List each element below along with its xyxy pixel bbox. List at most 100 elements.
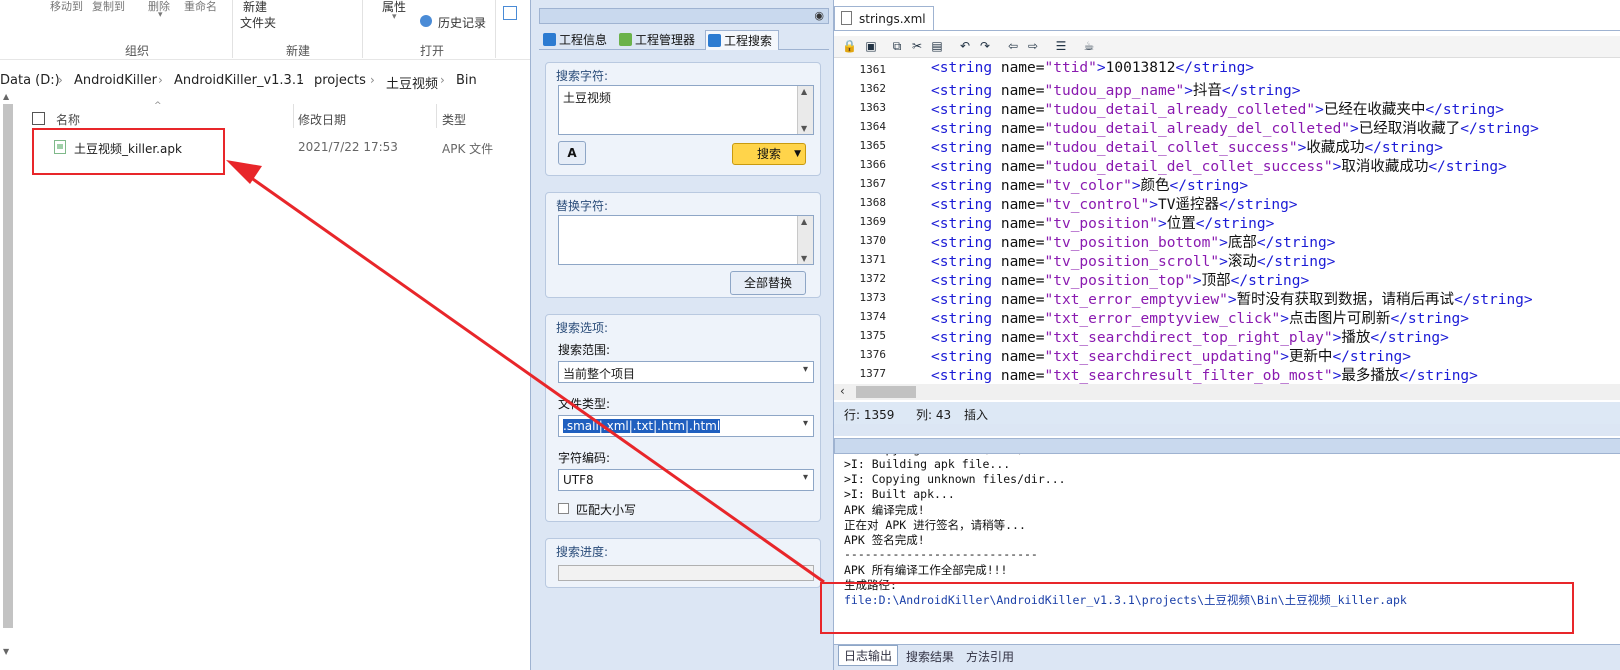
- java-icon[interactable]: ☕: [1082, 39, 1096, 53]
- breadcrumb-item[interactable]: Data (D:): [0, 73, 60, 88]
- filetype-value: .smali|.xml|.txt|.htm|.html: [563, 419, 721, 433]
- breadcrumb-item[interactable]: Bin: [456, 73, 477, 88]
- copy-to-button[interactable]: 复制到: [92, 0, 125, 14]
- left-scrollbar[interactable]: [3, 92, 13, 656]
- code-line[interactable]: <string name="tv_control">TV遥控器</string>: [931, 193, 1298, 214]
- tab-log-output[interactable]: 日志输出: [838, 645, 899, 666]
- search-label: 搜索字符:: [556, 69, 609, 83]
- lock-icon[interactable]: 🔒: [842, 39, 857, 53]
- save-icon[interactable]: ▣: [864, 39, 878, 53]
- chevron-right-icon: ›: [298, 73, 303, 87]
- undo-icon[interactable]: ↶: [958, 39, 972, 53]
- horizontal-scrollbar[interactable]: ‹: [834, 384, 1620, 400]
- textarea-scrollbar[interactable]: [797, 86, 813, 134]
- code-line[interactable]: <string name="ttid">10013812</string>: [931, 60, 1254, 76]
- column-name[interactable]: 名称: [56, 111, 80, 128]
- column-divider[interactable]: [436, 104, 437, 128]
- tab-divider: [834, 30, 1620, 31]
- replace-input[interactable]: [558, 215, 814, 265]
- breadcrumb-item[interactable]: AndroidKiller_v1.3.1: [174, 73, 304, 88]
- status-bar: 行: 1359 列: 43 插入: [834, 402, 1620, 424]
- code-line[interactable]: <string name="tudou_detail_collet_succes…: [931, 136, 1443, 157]
- code-area[interactable]: 1361 <string name="ttid">10013812</string…: [834, 58, 1620, 384]
- code-line[interactable]: <string name="tv_position_bottom">底部</st…: [931, 231, 1335, 252]
- textarea-scrollbar[interactable]: [797, 216, 813, 264]
- column-modified[interactable]: 修改日期: [298, 111, 346, 128]
- tab-label: 工程管理器: [635, 33, 696, 47]
- tab-project-manager[interactable]: 工程管理器: [617, 30, 701, 50]
- string-value: 颜色: [1140, 178, 1170, 194]
- copy-icon[interactable]: ⧉: [890, 39, 904, 53]
- string-value: 位置: [1166, 216, 1196, 232]
- code-editor: strings.xml 🔒 ▣ ⧉ ✂ ▤ ↶ ↷ ⇦ ⇨ ☰ ☕ 1361 <s…: [820, 0, 1620, 670]
- tab-method-refs[interactable]: 方法引用: [966, 648, 1014, 665]
- code-line[interactable]: <string name="tv_color">颜色</string>: [931, 174, 1248, 195]
- splitter[interactable]: [834, 424, 1620, 436]
- chevron-down-icon: ▼: [794, 149, 801, 159]
- log-line: >I: Built apk...: [844, 487, 955, 501]
- match-case-checkbox[interactable]: [558, 503, 569, 514]
- code-line[interactable]: <string name="txt_searchdirect_top_right…: [931, 326, 1449, 347]
- breadcrumb-item[interactable]: AndroidKiller: [74, 73, 157, 88]
- rename-button[interactable]: 重命名: [184, 0, 217, 14]
- file-tab-label: strings.xml: [859, 12, 926, 26]
- new-item-button[interactable]: 新建: [243, 0, 267, 15]
- encoding-select[interactable]: UTF8: [558, 469, 814, 491]
- format-icon[interactable]: ☰: [1054, 39, 1068, 53]
- options-label: 搜索选项:: [556, 321, 609, 335]
- tab-project-search[interactable]: 工程搜索: [705, 30, 779, 50]
- tab-search-results[interactable]: 搜索结果: [906, 648, 954, 665]
- history-button[interactable]: 历史记录: [438, 14, 486, 31]
- code-line[interactable]: <string name="tv_position">位置</string>: [931, 212, 1274, 233]
- code-line[interactable]: <string name="tudou_detail_already_del_c…: [931, 117, 1539, 138]
- line-number: 1365: [859, 139, 887, 152]
- redo-icon[interactable]: ↷: [978, 39, 992, 53]
- scroll-thumb[interactable]: [856, 386, 916, 398]
- column-type[interactable]: 类型: [442, 111, 466, 128]
- code-line[interactable]: <string name="tv_position_top">顶部</strin…: [931, 269, 1309, 290]
- eye-icon[interactable]: ◉: [814, 9, 824, 22]
- file-type: APK 文件: [442, 142, 494, 156]
- search-button[interactable]: 搜索 ▼: [732, 143, 806, 165]
- column-divider[interactable]: [293, 104, 294, 128]
- code-line[interactable]: <string name="tudou_detail_del_collet_su…: [931, 155, 1507, 176]
- string-value: 点击图片可刷新: [1288, 311, 1391, 327]
- tab-project-info[interactable]: 工程信息: [541, 30, 613, 50]
- replace-all-button[interactable]: 全部替换: [730, 271, 806, 295]
- chevron-down-icon: ▾: [158, 10, 163, 20]
- string-value: 10013812: [1105, 60, 1176, 76]
- code-line[interactable]: <string name="txt_searchresult_filter_ob…: [931, 364, 1478, 384]
- file-tab[interactable]: strings.xml: [834, 6, 934, 30]
- search-button-label: 搜索: [756, 147, 781, 161]
- line-number: 1366: [859, 158, 887, 171]
- search-icon: [708, 34, 721, 47]
- code-line[interactable]: <string name="txt_searchdirect_updating"…: [931, 345, 1411, 366]
- paste-icon[interactable]: ▤: [930, 39, 944, 53]
- new-folder-button[interactable]: 文件夹: [240, 14, 276, 31]
- back-icon[interactable]: ⇦: [1006, 39, 1020, 53]
- font-button[interactable]: A: [558, 141, 586, 165]
- replace-group: 替换字符: 全部替换: [545, 192, 821, 298]
- string-value: 取消收藏成功: [1341, 159, 1429, 175]
- code-line[interactable]: <string name="tudou_app_name">抖音</string…: [931, 79, 1301, 100]
- code-line[interactable]: <string name="tudou_detail_already_colle…: [931, 98, 1504, 119]
- line-number: 1375: [859, 329, 887, 342]
- forward-icon[interactable]: ⇨: [1026, 39, 1040, 53]
- breadcrumb[interactable]: Data (D:) › AndroidKiller › AndroidKille…: [0, 70, 530, 94]
- breadcrumb-item[interactable]: 土豆视频: [386, 73, 438, 92]
- search-input[interactable]: 土豆视频: [558, 85, 814, 135]
- cut-icon[interactable]: ✂: [910, 39, 924, 53]
- string-name: "tv_position_scroll": [1044, 254, 1220, 270]
- breadcrumb-item[interactable]: projects: [314, 73, 366, 88]
- code-line[interactable]: <string name="txt_error_emptyview_click"…: [931, 307, 1469, 328]
- scope-select[interactable]: 当前整个项目: [558, 361, 814, 383]
- string-name: "tv_control": [1044, 197, 1150, 213]
- scroll-left-icon[interactable]: ‹: [840, 384, 845, 398]
- move-to-button[interactable]: 移动到: [50, 0, 83, 14]
- filetype-select[interactable]: .smali|.xml|.txt|.htm|.html: [558, 415, 814, 437]
- code-line[interactable]: <string name="txt_error_emptyview">暂时没有获…: [931, 288, 1533, 309]
- chevron-right-icon: ›: [158, 73, 163, 87]
- code-line[interactable]: <string name="tv_position_scroll">滚动</st…: [931, 250, 1335, 271]
- string-value: 滚动: [1227, 254, 1257, 270]
- editor-toolbar: 🔒 ▣ ⧉ ✂ ▤ ↶ ↷ ⇦ ⇨ ☰ ☕: [834, 36, 1620, 58]
